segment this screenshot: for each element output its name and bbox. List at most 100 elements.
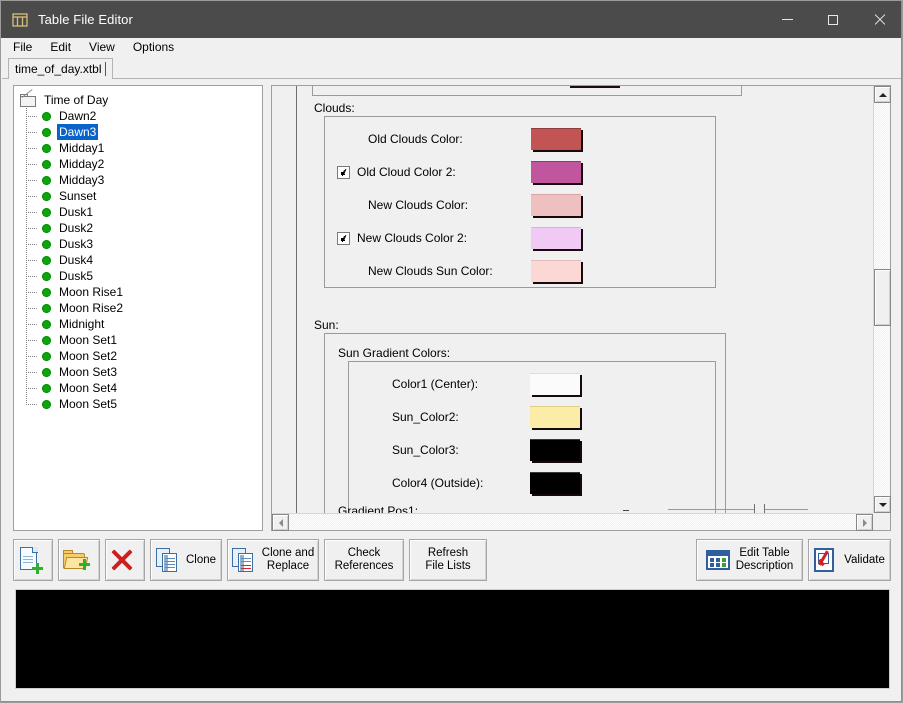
- tree-item-label: Dusk2: [59, 221, 94, 235]
- tree-item-label: Midnight: [59, 317, 105, 331]
- delete-button[interactable]: [105, 539, 145, 581]
- tree-connector-icon: [20, 396, 42, 412]
- tree-item-dawn3[interactable]: Dawn3: [20, 124, 262, 140]
- bullet-icon: [42, 239, 51, 249]
- tree-item-moon-rise2[interactable]: Moon Rise2: [20, 300, 262, 316]
- tab-strip-underline: [2, 78, 902, 79]
- tree-item-midday1[interactable]: Midday1: [20, 140, 262, 156]
- close-button[interactable]: [856, 1, 902, 38]
- gradient-pos1-slider-thumb[interactable]: [754, 504, 765, 513]
- old-clouds-color-swatch[interactable]: [531, 128, 581, 150]
- chevron-down-icon: [878, 502, 887, 507]
- tree-item-dusk4[interactable]: Dusk4: [20, 252, 262, 268]
- tree-item-midday3[interactable]: Midday3: [20, 172, 262, 188]
- new-clouds-sun-color-swatch[interactable]: [531, 260, 581, 282]
- tree-item-dusk5[interactable]: Dusk5: [20, 268, 262, 284]
- menu-view[interactable]: View: [80, 39, 124, 56]
- entry-tree[interactable]: Time of Day Dawn2 Dawn3 Midday1 Midday2 …: [13, 85, 263, 531]
- tree-item-label: Dusk4: [59, 253, 94, 267]
- tree-item-label: Dusk1: [59, 205, 94, 219]
- sun-row-color4: Color4 (Outside):: [392, 472, 483, 494]
- maximize-button[interactable]: [810, 1, 856, 38]
- menu-options[interactable]: Options: [124, 39, 183, 56]
- tree-item-midnight[interactable]: Midnight: [20, 316, 262, 332]
- bullet-icon: [42, 319, 51, 329]
- tree-item-moon-set4[interactable]: Moon Set4: [20, 380, 262, 396]
- row-label: Old Clouds Color:: [368, 132, 463, 146]
- bullet-icon: [42, 271, 51, 281]
- gradient-pos1-minus-icon: [623, 510, 629, 511]
- new-clouds-color-swatch[interactable]: [531, 194, 581, 216]
- sun-color4-swatch[interactable]: [530, 472, 580, 494]
- tree-connector-icon: [20, 300, 42, 316]
- row-label: New Clouds Color 2:: [357, 231, 468, 245]
- tree-item-dusk2[interactable]: Dusk2: [20, 220, 262, 236]
- scroll-right-button[interactable]: [856, 514, 873, 531]
- menu-edit[interactable]: Edit: [41, 39, 80, 56]
- open-file-button[interactable]: [58, 539, 100, 581]
- tree-item-moon-set3[interactable]: Moon Set3: [20, 364, 262, 380]
- button-label: Validate: [844, 553, 885, 566]
- tree-connector-icon: [20, 108, 42, 124]
- validate-button[interactable]: Validate: [808, 539, 891, 581]
- tree-item-label: Dusk5: [59, 269, 94, 283]
- chevron-left-icon: [278, 518, 283, 527]
- clouds-row-new-clouds-sun-color: New Clouds Sun Color:: [337, 260, 493, 282]
- sun-gradient-group-box: Color1 (Center): Sun_Color2: Sun_Color3:…: [348, 361, 716, 513]
- sun-color2-swatch[interactable]: [530, 406, 580, 428]
- new-file-button[interactable]: [13, 539, 53, 581]
- clone-and-replace-button[interactable]: Clone and Replace: [227, 539, 319, 581]
- tree-item-midday2[interactable]: Midday2: [20, 156, 262, 172]
- sun-color1-swatch[interactable]: [530, 373, 580, 395]
- refresh-file-lists-button[interactable]: Refresh File Lists: [409, 539, 487, 581]
- tree-item-moon-set5[interactable]: Moon Set5: [20, 396, 262, 412]
- sun-color3-swatch[interactable]: [530, 439, 580, 461]
- clone-button[interactable]: Clone: [150, 539, 222, 581]
- clouds-section-label: Clouds:: [314, 101, 355, 115]
- row-label: New Clouds Color:: [368, 198, 469, 212]
- minimize-button[interactable]: [764, 1, 810, 38]
- horizontal-scrollbar[interactable]: [272, 513, 873, 531]
- button-label: Clone and Replace: [261, 547, 315, 572]
- tree-item-moon-set1[interactable]: Moon Set1: [20, 332, 262, 348]
- tree-item-label: Midday2: [59, 157, 105, 171]
- menu-file[interactable]: File: [4, 39, 41, 56]
- tree-item-sunset[interactable]: Sunset: [20, 188, 262, 204]
- vertical-scrollbar-thumb[interactable]: [874, 269, 891, 326]
- tree-root-node[interactable]: Time of Day: [20, 88, 262, 108]
- sun-row-color1: Color1 (Center):: [392, 373, 478, 395]
- tree-item-moon-rise1[interactable]: Moon Rise1: [20, 284, 262, 300]
- bullet-icon: [42, 223, 51, 233]
- tree-item-dusk3[interactable]: Dusk3: [20, 236, 262, 252]
- output-console[interactable]: [15, 589, 890, 689]
- tree-connector-icon: [20, 124, 42, 140]
- tab-time-of-day[interactable]: time_of_day.xtbl: [8, 58, 113, 79]
- scroll-down-button[interactable]: [874, 496, 891, 513]
- tree-item-dusk1[interactable]: Dusk1: [20, 204, 262, 220]
- scroll-left-button[interactable]: [272, 514, 289, 531]
- old-cloud-color-2-swatch[interactable]: [531, 161, 581, 183]
- tree-item-moon-set2[interactable]: Moon Set2: [20, 348, 262, 364]
- bullet-icon: [42, 335, 51, 345]
- scroll-up-button[interactable]: [874, 86, 891, 103]
- new-clouds-color-2-swatch[interactable]: [531, 227, 581, 249]
- tree-item-dawn2[interactable]: Dawn2: [20, 108, 262, 124]
- clouds-group-box: Old Clouds Color: Old Cloud Color 2: New…: [324, 116, 716, 288]
- tree-connector-icon: [20, 348, 42, 364]
- button-label: Refresh File Lists: [425, 547, 471, 572]
- gradient-pos1-slider-track[interactable]: [668, 509, 808, 510]
- edit-table-description-button[interactable]: Edit Table Description: [696, 539, 803, 581]
- menu-bar: File Edit View Options: [2, 38, 902, 56]
- clouds-row-old-cloud-color-2: Old Cloud Color 2:: [337, 161, 456, 183]
- vertical-scrollbar[interactable]: [873, 86, 891, 513]
- tree-connector-icon: [20, 188, 42, 204]
- panel-divider: [296, 86, 297, 513]
- new-clouds-color-2-checkbox[interactable]: [337, 231, 350, 245]
- open-folder-icon: [63, 549, 90, 572]
- gradient-pos1-label: Gradient Pos1:: [338, 504, 419, 513]
- old-cloud-color-2-checkbox[interactable]: [337, 165, 350, 179]
- tree-connector-icon: [20, 332, 42, 348]
- bottom-toolbar: Clone Clone and Replace Check References…: [13, 539, 891, 581]
- property-editor-canvas: Clouds: Old Clouds Color: Old Cloud Colo…: [272, 86, 873, 513]
- check-references-button[interactable]: Check References: [324, 539, 404, 581]
